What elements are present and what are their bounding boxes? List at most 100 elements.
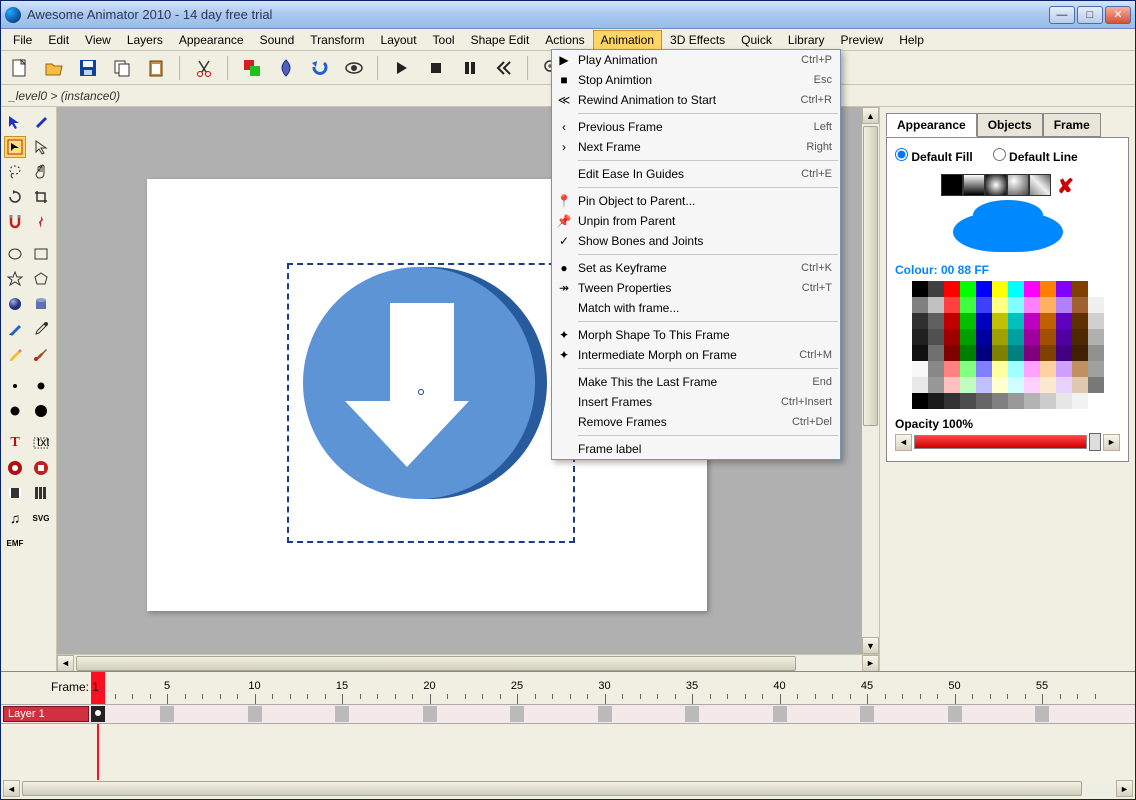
pointer-outline-tool[interactable] — [30, 136, 52, 158]
palette-color[interactable] — [928, 377, 944, 393]
hscroll-thumb[interactable] — [76, 656, 796, 671]
palette-color[interactable] — [976, 313, 992, 329]
menu-item-morph-shape-to-this-frame[interactable]: ✦Morph Shape To This Frame — [552, 325, 840, 345]
tab-appearance[interactable]: Appearance — [886, 113, 977, 137]
palette-color[interactable] — [1024, 393, 1040, 409]
palette-color[interactable] — [1088, 361, 1104, 377]
palette-color[interactable] — [1056, 345, 1072, 361]
palette-color[interactable] — [1088, 393, 1104, 409]
svg-tool[interactable]: SVG — [30, 507, 52, 529]
palette-color[interactable] — [992, 329, 1008, 345]
default-line-radio[interactable]: Default Line — [993, 148, 1078, 164]
palette-color[interactable] — [1088, 313, 1104, 329]
palette-color[interactable] — [1056, 313, 1072, 329]
delete-swatch-button[interactable]: ✘ — [1057, 174, 1074, 199]
palette-color[interactable] — [960, 329, 976, 345]
palette-color[interactable] — [1040, 393, 1056, 409]
lasso-tool[interactable] — [4, 161, 26, 183]
menu-file[interactable]: File — [5, 30, 40, 50]
palette-color[interactable] — [1056, 361, 1072, 377]
palette-color[interactable] — [992, 281, 1008, 297]
palette-color[interactable] — [1072, 377, 1088, 393]
palette-color[interactable] — [912, 361, 928, 377]
palette-color[interactable] — [1008, 345, 1024, 361]
sphere-tool[interactable] — [4, 293, 26, 315]
rewind-button[interactable] — [491, 55, 517, 81]
menu-layout[interactable]: Layout — [373, 30, 425, 50]
opacity-track[interactable] — [914, 435, 1087, 449]
scroll-up-button[interactable]: ▲ — [862, 107, 879, 124]
frame-marker-55[interactable] — [1035, 706, 1049, 722]
swatch-linear[interactable] — [963, 174, 985, 196]
dot-large-tool[interactable] — [4, 400, 26, 422]
palette-color[interactable] — [960, 313, 976, 329]
menu-3d-effects[interactable]: 3D Effects — [662, 30, 733, 50]
menu-item-stop-animtion[interactable]: ■Stop AnimtionEsc — [552, 70, 840, 90]
open-file-button[interactable] — [41, 55, 67, 81]
preview-eye-button[interactable] — [341, 55, 367, 81]
select-tool[interactable] — [4, 136, 26, 158]
palette-color[interactable] — [1072, 345, 1088, 361]
paste-button[interactable] — [143, 55, 169, 81]
menu-view[interactable]: View — [77, 30, 119, 50]
palette-color[interactable] — [992, 361, 1008, 377]
palette-color[interactable] — [1024, 313, 1040, 329]
palette-color[interactable] — [1024, 345, 1040, 361]
morph-button[interactable] — [273, 55, 299, 81]
palette-color[interactable] — [1056, 393, 1072, 409]
palette-color[interactable] — [1056, 329, 1072, 345]
layer-chip[interactable]: Layer 1 — [3, 706, 89, 722]
crop-tool[interactable] — [30, 186, 52, 208]
palette-color[interactable] — [1088, 329, 1104, 345]
swatch-sphere[interactable] — [1007, 174, 1029, 196]
palette-color[interactable] — [944, 393, 960, 409]
palette-color[interactable] — [1008, 393, 1024, 409]
rotate-tool[interactable] — [4, 186, 26, 208]
scroll-left-button[interactable]: ◄ — [57, 655, 74, 672]
palette-color[interactable] — [912, 345, 928, 361]
cut-button[interactable] — [191, 55, 217, 81]
palette-color[interactable] — [976, 361, 992, 377]
menu-item-intermediate-morph-on-frame[interactable]: ✦Intermediate Morph on FrameCtrl+M — [552, 345, 840, 365]
frame-marker-40[interactable] — [773, 706, 787, 722]
frame-marker-45[interactable] — [860, 706, 874, 722]
palette-color[interactable] — [1024, 281, 1040, 297]
default-fill-radio[interactable]: Default Fill — [895, 148, 973, 164]
palette-color[interactable] — [944, 281, 960, 297]
undo-button[interactable] — [307, 55, 333, 81]
palette-color[interactable] — [1072, 313, 1088, 329]
menu-layers[interactable]: Layers — [119, 30, 171, 50]
menu-item-play-animation[interactable]: ▶Play AnimationCtrl+P — [552, 50, 840, 70]
palette-color[interactable] — [912, 281, 928, 297]
palette-color[interactable] — [1040, 361, 1056, 377]
color-swap-button[interactable] — [239, 55, 265, 81]
palette-color[interactable] — [1024, 377, 1040, 393]
magnet-tool[interactable] — [4, 211, 26, 233]
tl-scroll-right-button[interactable]: ► — [1116, 780, 1133, 797]
palette-color[interactable] — [1072, 281, 1088, 297]
minimize-button[interactable]: — — [1049, 6, 1075, 24]
save-button[interactable] — [75, 55, 101, 81]
opacity-thumb[interactable] — [1089, 433, 1101, 451]
menu-preview[interactable]: Preview — [833, 30, 892, 50]
frame-marker-35[interactable] — [685, 706, 699, 722]
palette-color[interactable] — [992, 393, 1008, 409]
palette-color[interactable] — [912, 297, 928, 313]
palette-color[interactable] — [928, 281, 944, 297]
palette-color[interactable] — [1088, 377, 1104, 393]
palette-color[interactable] — [960, 393, 976, 409]
palette-color[interactable] — [944, 345, 960, 361]
menu-quick[interactable]: Quick — [733, 30, 780, 50]
menu-item-pin-object-to-parent[interactable]: 📍Pin Object to Parent... — [552, 191, 840, 211]
palette-color[interactable] — [928, 345, 944, 361]
palette-color[interactable] — [1040, 345, 1056, 361]
tab-objects[interactable]: Objects — [977, 113, 1043, 137]
menu-tool[interactable]: Tool — [425, 30, 463, 50]
new-file-button[interactable] — [7, 55, 33, 81]
frame-marker-5[interactable] — [160, 706, 174, 722]
palette-color[interactable] — [1072, 361, 1088, 377]
copy-button[interactable] — [109, 55, 135, 81]
palette-color[interactable] — [944, 313, 960, 329]
palette-color[interactable] — [992, 377, 1008, 393]
menu-actions[interactable]: Actions — [537, 30, 592, 50]
